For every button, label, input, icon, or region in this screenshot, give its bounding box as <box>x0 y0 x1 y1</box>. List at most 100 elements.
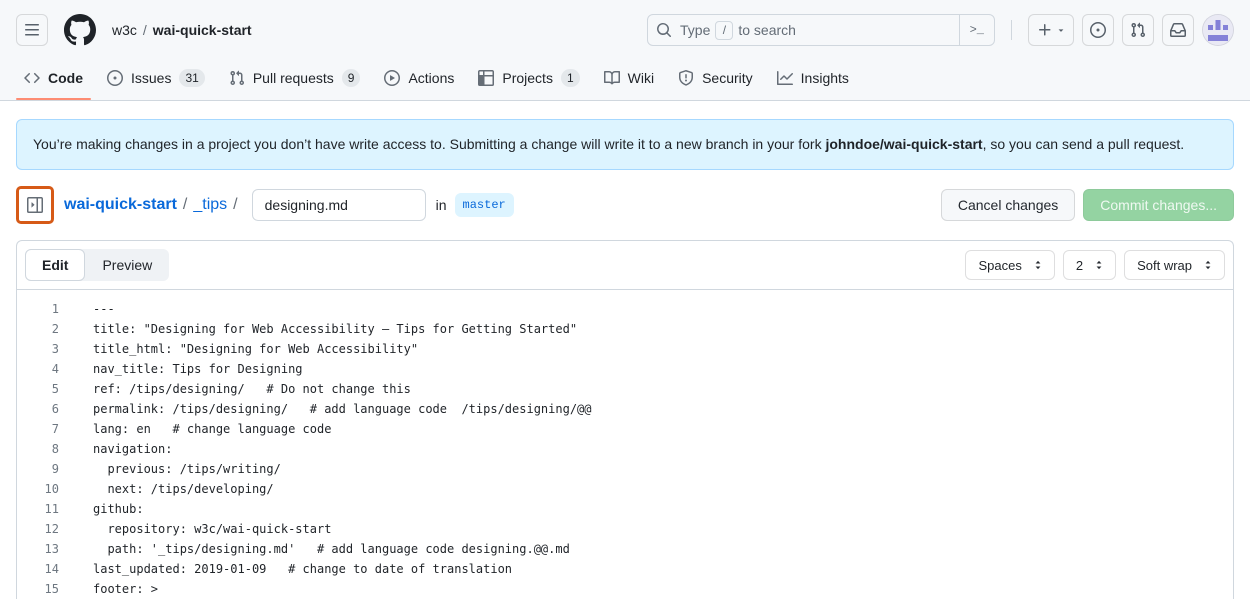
breadcrumb-org-link[interactable]: w3c <box>112 22 137 38</box>
line-text: navigation: <box>59 439 172 459</box>
command-palette-icon[interactable]: >_ <box>959 15 994 45</box>
github-logo-icon[interactable] <box>64 14 96 46</box>
code-line[interactable]: 3title_html: "Designing for Web Accessib… <box>17 339 1233 359</box>
play-icon <box>384 70 400 86</box>
filename-input[interactable] <box>252 189 426 221</box>
slash-key-hint: / <box>715 21 733 40</box>
edit-preview-toggle: Edit Preview <box>25 249 169 281</box>
header-breadcrumb: w3c / wai-quick-start <box>112 22 252 38</box>
line-number: 12 <box>17 519 59 539</box>
indent-mode-select[interactable]: Spaces <box>965 250 1054 280</box>
cancel-changes-button[interactable]: Cancel changes <box>941 189 1075 221</box>
line-number: 15 <box>17 579 59 599</box>
inbox-header-button[interactable] <box>1162 14 1194 46</box>
tab-label: Code <box>48 70 83 86</box>
line-text: title_html: "Designing for Web Accessibi… <box>59 339 418 359</box>
shield-icon <box>678 70 694 86</box>
code-line[interactable]: 4nav_title: Tips for Designing <box>17 359 1233 379</box>
indent-mode-value: Spaces <box>978 258 1021 273</box>
file-breadcrumb-dir-link[interactable]: _tips <box>193 196 227 214</box>
line-number: 11 <box>17 499 59 519</box>
line-number: 6 <box>17 399 59 419</box>
code-line[interactable]: 1--- <box>17 299 1233 319</box>
code-line[interactable]: 7lang: en # change language code <box>17 419 1233 439</box>
tab-preview[interactable]: Preview <box>85 249 169 281</box>
line-text: path: '_tips/designing.md' # add languag… <box>59 539 570 559</box>
editor-controls: Spaces 2 Soft wrap <box>965 250 1225 280</box>
pull-requests-header-button[interactable] <box>1122 14 1154 46</box>
chevron-down-icon <box>1056 25 1066 35</box>
tab-label: Pull requests <box>253 70 334 86</box>
sidebar-toggle-button[interactable] <box>20 190 50 220</box>
line-number: 5 <box>17 379 59 399</box>
commit-changes-button[interactable]: Commit changes... <box>1083 189 1234 221</box>
line-number: 2 <box>17 319 59 339</box>
code-line[interactable]: 12 repository: w3c/wai-quick-start <box>17 519 1233 539</box>
issue-opened-icon <box>107 70 123 86</box>
tab-issues[interactable]: Issues 31 <box>99 60 213 100</box>
code-editor-area[interactable]: 1--- 2title: "Designing for Web Accessib… <box>17 290 1233 599</box>
line-text: title: "Designing for Web Accessibility … <box>59 319 577 339</box>
tab-label: Wiki <box>628 70 654 86</box>
book-icon <box>604 70 620 86</box>
banner-text-after: , so you can send a pull request. <box>983 136 1185 152</box>
file-breadcrumb-repo-link[interactable]: wai-quick-start <box>64 196 177 214</box>
tab-wiki[interactable]: Wiki <box>596 60 662 100</box>
file-editor: Edit Preview Spaces 2 Soft wrap 1--- 2ti… <box>16 240 1234 599</box>
banner-text-before: You’re making changes in a project you d… <box>33 136 825 152</box>
code-line[interactable]: 9 previous: /tips/writing/ <box>17 459 1233 479</box>
breadcrumb-repo-link[interactable]: wai-quick-start <box>153 22 252 38</box>
git-pull-request-icon <box>1130 22 1146 38</box>
line-text: ref: /tips/designing/ # Do not change th… <box>59 379 411 399</box>
line-number: 9 <box>17 459 59 479</box>
fork-notice-banner: You’re making changes in a project you d… <box>16 119 1234 170</box>
plus-icon <box>1037 22 1053 38</box>
wrap-mode-select[interactable]: Soft wrap <box>1124 250 1225 280</box>
code-line[interactable]: 6permalink: /tips/designing/ # add langu… <box>17 399 1233 419</box>
code-line[interactable]: 14last_updated: 2019-01-09 # change to d… <box>17 559 1233 579</box>
line-text: --- <box>59 299 115 319</box>
issues-header-button[interactable] <box>1082 14 1114 46</box>
line-number: 4 <box>17 359 59 379</box>
search-placeholder-suffix: to search <box>738 22 796 38</box>
tab-label: Issues <box>131 70 171 86</box>
create-new-button[interactable] <box>1028 14 1074 46</box>
code-line[interactable]: 8navigation: <box>17 439 1233 459</box>
tab-edit[interactable]: Edit <box>25 249 85 281</box>
code-line[interactable]: 13 path: '_tips/designing.md' # add lang… <box>17 539 1233 559</box>
code-line[interactable]: 2title: "Designing for Web Accessibility… <box>17 319 1233 339</box>
code-line[interactable]: 11github: <box>17 499 1233 519</box>
branch-badge[interactable]: master <box>455 193 514 217</box>
line-text: previous: /tips/writing/ <box>59 459 281 479</box>
line-text: lang: en # change language code <box>59 419 331 439</box>
up-down-caret-icon <box>1202 259 1214 271</box>
tab-security[interactable]: Security <box>670 60 761 100</box>
tab-projects[interactable]: Projects 1 <box>470 60 587 100</box>
git-pull-request-icon <box>229 70 245 86</box>
tab-pull-requests[interactable]: Pull requests 9 <box>221 60 369 100</box>
editor-header: Edit Preview Spaces 2 Soft wrap <box>17 241 1233 290</box>
code-line[interactable]: 15footer: > <box>17 579 1233 599</box>
file-bar: wai-quick-start / _tips / in master Canc… <box>16 186 1234 224</box>
line-number: 7 <box>17 419 59 439</box>
global-search-input[interactable]: Type / to search >_ <box>647 14 995 46</box>
header-divider <box>1011 20 1012 40</box>
issues-count-badge: 31 <box>179 69 204 87</box>
tab-label: Security <box>702 70 753 86</box>
up-down-caret-icon <box>1032 259 1044 271</box>
user-avatar[interactable] <box>1202 14 1234 46</box>
sidebar-expand-icon <box>27 197 43 213</box>
code-line[interactable]: 5ref: /tips/designing/ # Do not change t… <box>17 379 1233 399</box>
global-header: w3c / wai-quick-start Type / to search >… <box>0 0 1250 60</box>
hamburger-menu-button[interactable] <box>16 14 48 46</box>
in-label: in <box>436 197 447 213</box>
indent-size-value: 2 <box>1076 258 1083 273</box>
projects-count-badge: 1 <box>561 69 580 87</box>
tab-insights[interactable]: Insights <box>769 60 857 100</box>
tab-code[interactable]: Code <box>16 60 91 100</box>
tab-actions[interactable]: Actions <box>376 60 462 100</box>
code-line[interactable]: 10 next: /tips/developing/ <box>17 479 1233 499</box>
breadcrumb-separator: / <box>137 22 153 38</box>
code-icon <box>24 70 40 86</box>
indent-size-select[interactable]: 2 <box>1063 250 1116 280</box>
